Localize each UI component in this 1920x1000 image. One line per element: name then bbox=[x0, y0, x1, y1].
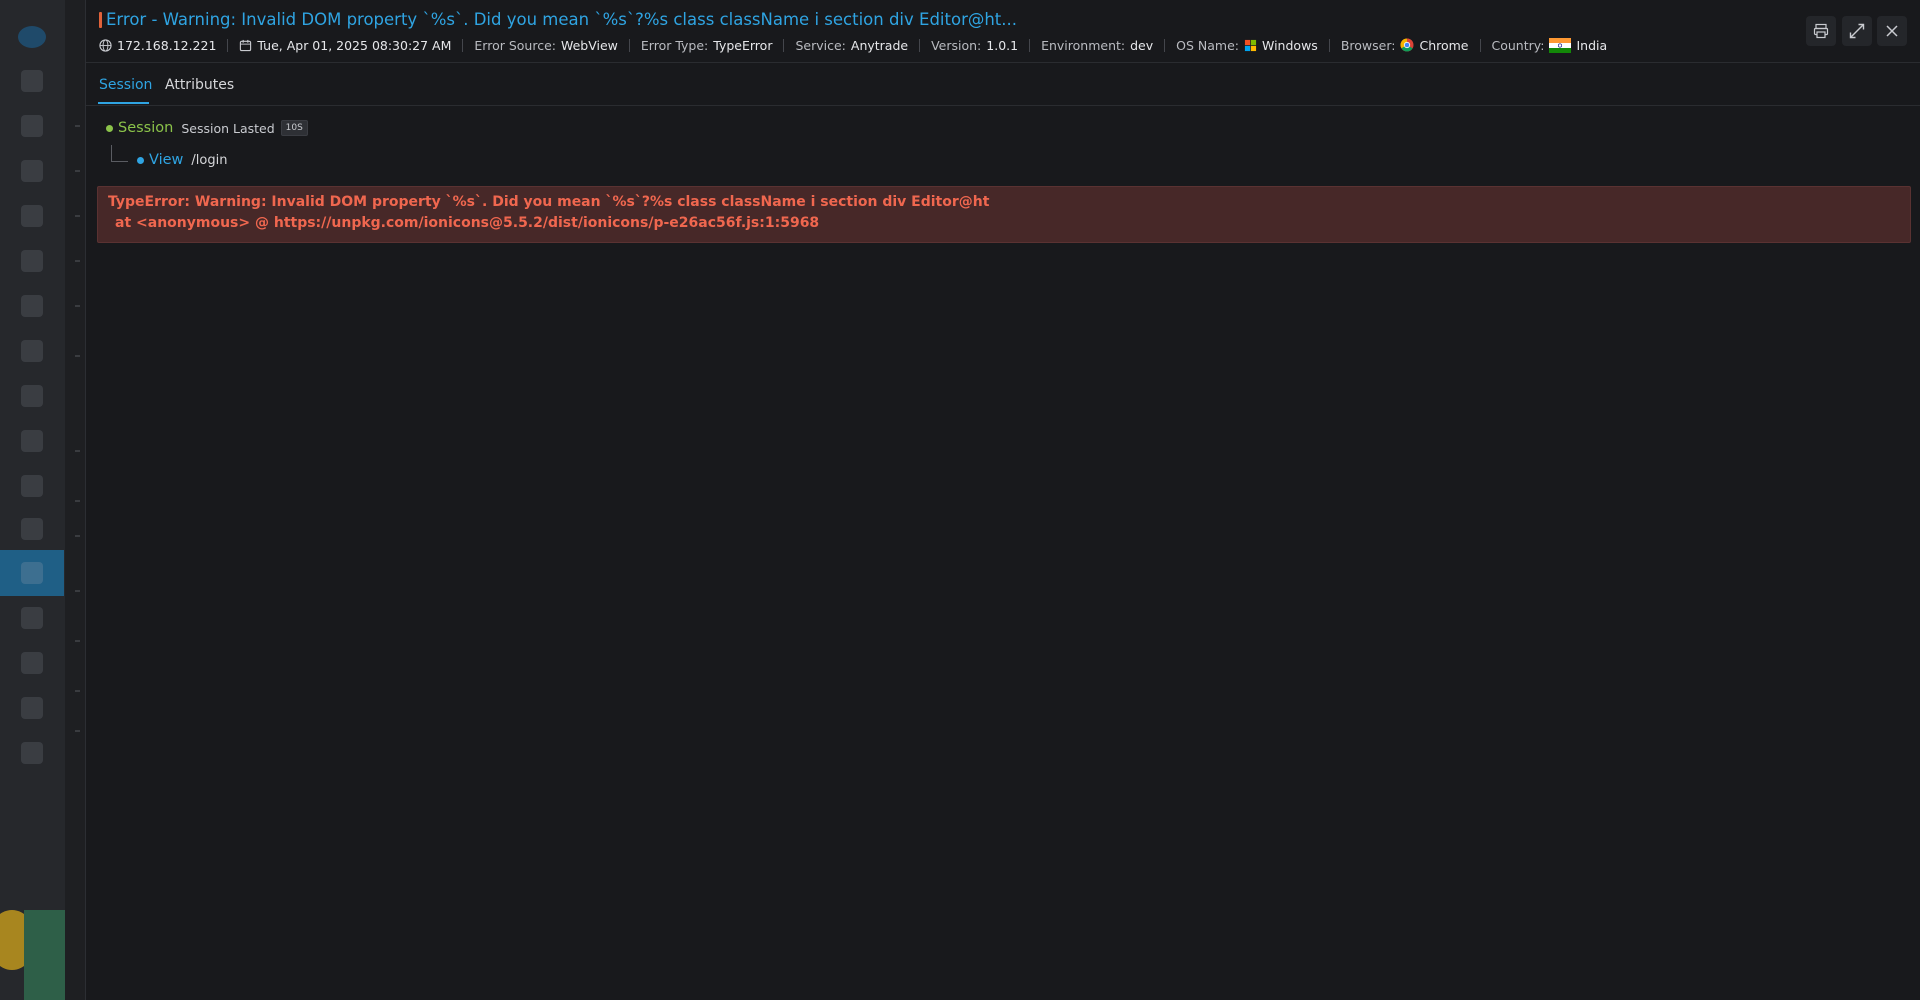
nav-icon bbox=[21, 607, 43, 629]
background-sidebar bbox=[0, 0, 65, 1000]
error-message: TypeError: Warning: Invalid DOM property… bbox=[108, 194, 990, 210]
nav-icon bbox=[21, 475, 43, 497]
nav-icon bbox=[21, 160, 43, 182]
meta-label: Service: bbox=[795, 37, 846, 53]
meta-value: TypeError bbox=[713, 37, 773, 53]
nav-icon bbox=[21, 340, 43, 362]
session-lasted-label: Session Lasted bbox=[181, 120, 275, 136]
nav-icon bbox=[21, 430, 43, 452]
meta-label: Country: bbox=[1491, 37, 1545, 53]
nav-icon bbox=[21, 652, 43, 674]
meta-value: Anytrade bbox=[850, 37, 909, 53]
nav-icon bbox=[21, 115, 43, 137]
meta-label: Version: bbox=[931, 37, 982, 53]
meta-value: 1.0.1 bbox=[986, 37, 1019, 53]
tab-attributes[interactable]: Attributes bbox=[165, 77, 234, 93]
expand-button[interactable] bbox=[1842, 16, 1872, 46]
meta-environment: Environment: dev bbox=[1041, 38, 1153, 53]
error-detail-drawer: Error - Warning: Invalid DOM property `%… bbox=[85, 0, 1920, 1000]
view-node[interactable]: View /login bbox=[137, 152, 227, 168]
view-path: /login bbox=[191, 152, 228, 168]
background-decoration bbox=[24, 910, 65, 1000]
session-node[interactable]: Session Session Lasted 10S bbox=[106, 120, 308, 136]
view-dot-icon bbox=[137, 156, 144, 164]
nav-icon bbox=[21, 250, 43, 272]
meta-error-type: Error Type: TypeError bbox=[641, 38, 773, 53]
tree-connector bbox=[111, 145, 128, 162]
nav-icon bbox=[21, 205, 43, 227]
report-button[interactable] bbox=[1806, 16, 1836, 46]
meta-label: Error Type: bbox=[640, 37, 709, 53]
nav-icon bbox=[21, 70, 43, 92]
windows-icon bbox=[1244, 39, 1257, 51]
meta-label: Browser: bbox=[1340, 37, 1396, 53]
error-stack-line: at <anonymous> @ https://unpkg.com/ionic… bbox=[115, 215, 820, 231]
error-stack-trace: TypeError: Warning: Invalid DOM property… bbox=[97, 186, 1911, 243]
expand-icon bbox=[1849, 23, 1865, 39]
close-icon bbox=[1886, 25, 1898, 37]
close-button[interactable] bbox=[1877, 16, 1907, 46]
session-dot-icon bbox=[106, 124, 113, 132]
drawer-header: Error - Warning: Invalid DOM property `%… bbox=[86, 0, 1920, 63]
active-tab-indicator bbox=[98, 102, 149, 104]
error-datetime: Tue, Apr 01, 2025 08:30:27 AM bbox=[239, 38, 451, 53]
globe-icon bbox=[99, 38, 112, 52]
meta-value: Windows bbox=[1262, 37, 1318, 53]
error-metadata: 172.168.12.221 Tue, Apr 01, 2025 08:30:2… bbox=[99, 36, 1607, 54]
app-logo-icon bbox=[18, 26, 46, 48]
ip-value: 172.168.12.221 bbox=[117, 37, 217, 53]
nav-icon bbox=[21, 385, 43, 407]
datetime-value: Tue, Apr 01, 2025 08:30:27 AM bbox=[257, 37, 452, 53]
report-icon bbox=[1813, 23, 1829, 39]
error-title: Error - Warning: Invalid DOM property `%… bbox=[106, 10, 1018, 29]
meta-version: Version: 1.0.1 bbox=[931, 38, 1018, 53]
meta-value: WebView bbox=[560, 37, 618, 53]
calendar-icon bbox=[240, 39, 252, 51]
chrome-icon bbox=[1400, 38, 1414, 52]
session-node-name: Session bbox=[118, 120, 174, 136]
nav-icon bbox=[21, 562, 43, 584]
meta-label: Error Source: bbox=[474, 37, 556, 53]
view-node-name: View bbox=[149, 152, 184, 168]
meta-country: Country: India bbox=[1491, 37, 1608, 53]
nav-icon bbox=[21, 295, 43, 317]
meta-value: Chrome bbox=[1419, 37, 1469, 53]
ip-address: 172.168.12.221 bbox=[99, 38, 216, 53]
meta-value: India bbox=[1576, 37, 1608, 53]
detail-tabs: Session Attributes bbox=[86, 63, 1920, 106]
meta-label: Environment: bbox=[1041, 37, 1126, 53]
meta-service: Service: Anytrade bbox=[795, 38, 908, 53]
meta-label: OS Name: bbox=[1176, 37, 1239, 53]
meta-browser: Browser: Chrome bbox=[1341, 38, 1469, 53]
meta-value: dev bbox=[1130, 37, 1154, 53]
background-content-strip bbox=[65, 0, 86, 1000]
tab-session[interactable]: Session bbox=[99, 77, 152, 93]
session-duration-badge: 10S bbox=[280, 120, 308, 136]
nav-icon bbox=[21, 518, 43, 540]
meta-os-name: OS Name: Windows bbox=[1176, 38, 1318, 53]
meta-error-source: Error Source: WebView bbox=[474, 38, 618, 53]
severity-indicator bbox=[99, 12, 102, 28]
india-flag-icon bbox=[1549, 37, 1572, 53]
nav-icon bbox=[21, 697, 43, 719]
nav-icon bbox=[21, 742, 43, 764]
